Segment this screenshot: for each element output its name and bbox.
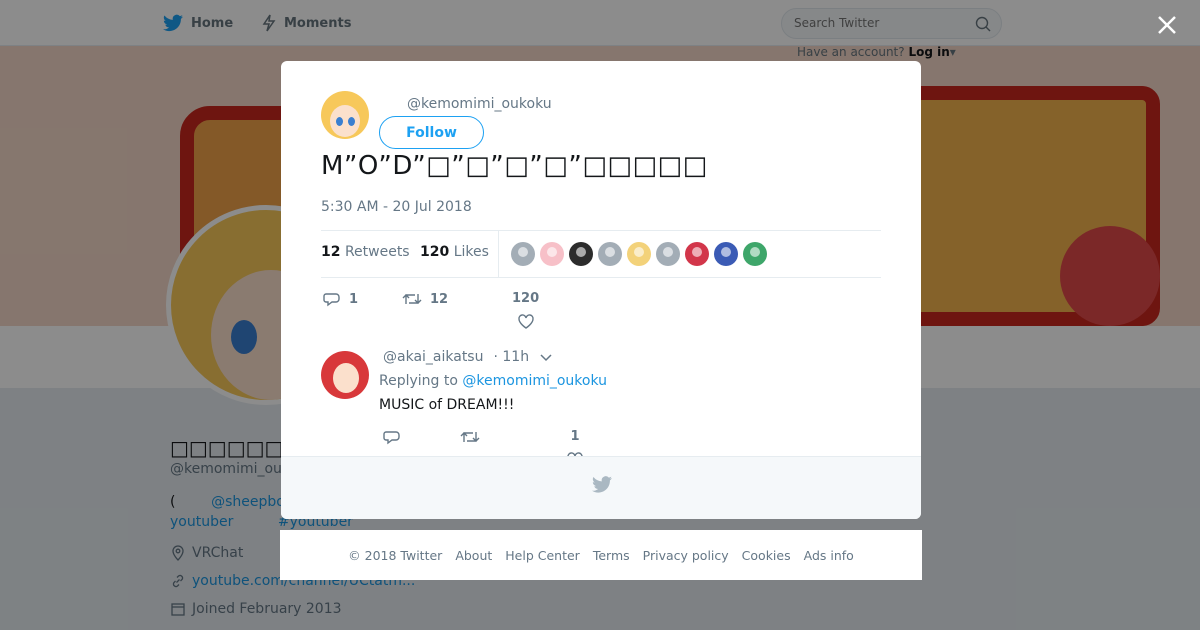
avatar-eye-left: [336, 117, 343, 126]
liker-avatar[interactable]: [743, 242, 767, 266]
replying-to-prefix: Replying to: [379, 373, 458, 389]
tweet-author-handle[interactable]: @kemomimi_oukoku: [407, 96, 552, 112]
footer-link-cookies[interactable]: Cookies: [742, 548, 791, 563]
retweets-count: 12: [321, 244, 341, 260]
liker-face: [721, 247, 731, 257]
avatar-face: [330, 105, 360, 137]
retweet-icon: [402, 294, 422, 304]
likes-label: Likes: [453, 244, 489, 260]
liker-face: [518, 247, 528, 257]
modal-footer: [281, 456, 921, 519]
avatar-face: [333, 363, 359, 393]
liker-face: [663, 247, 673, 257]
liker-avatar[interactable]: [656, 242, 680, 266]
reply-retweet-action[interactable]: [460, 429, 480, 445]
retweet-count: 12: [430, 291, 449, 307]
liker-avatar[interactable]: [627, 242, 651, 266]
retweet-action[interactable]: 12: [402, 291, 448, 307]
liker-face: [750, 247, 760, 257]
like-action[interactable]: 120: [512, 291, 539, 329]
stats-divider: [498, 231, 499, 277]
page-footer: © 2018 Twitter About Help Center Terms P…: [280, 530, 922, 580]
twitter-bird-icon: [592, 476, 612, 493]
liker-avatar[interactable]: [569, 242, 593, 266]
reply-author-handle[interactable]: @akai_aikatsu: [383, 349, 483, 365]
avatar-eye-right: [348, 117, 355, 126]
reply-action[interactable]: 1: [323, 291, 358, 307]
reply-author-avatar[interactable]: [321, 351, 369, 399]
like-count: 120: [512, 291, 540, 306]
tweet-author-avatar[interactable]: [321, 91, 369, 139]
likes-count: 120: [420, 244, 450, 260]
footer-link-privacy[interactable]: Privacy policy: [643, 548, 729, 563]
close-icon[interactable]: [1152, 10, 1182, 40]
footer-copyright: © 2018 Twitter: [348, 547, 443, 563]
reply-reply-action[interactable]: [383, 429, 401, 445]
liker-face: [692, 247, 702, 257]
liker-avatar[interactable]: [598, 242, 622, 266]
reply-count: 1: [349, 291, 359, 307]
reply-text: MUSIC of DREAM!!!: [379, 397, 515, 413]
reply-like-count: 1: [570, 429, 580, 444]
reply-time[interactable]: · 11h: [493, 349, 529, 365]
liker-avatar[interactable]: [714, 242, 738, 266]
liker-avatar[interactable]: [540, 242, 564, 266]
liker-face: [547, 247, 557, 257]
tweet-stats: 12 Retweets 120 Likes: [321, 230, 881, 278]
retweets-stat[interactable]: 12 Retweets: [321, 244, 410, 260]
liker-face: [576, 247, 586, 257]
liker-avatar[interactable]: [511, 242, 535, 266]
reply-icon: [323, 293, 340, 307]
tweet-text: M”O”D”□”□”□”□”□□□□□: [321, 151, 708, 181]
replying-to-link[interactable]: @kemomimi_oukoku: [462, 373, 607, 389]
likes-stat[interactable]: 120 Likes: [420, 244, 489, 260]
chevron-down-icon[interactable]: [539, 352, 553, 362]
retweets-label: Retweets: [344, 244, 410, 260]
reply-header: @akai_aikatsu · 11h: [383, 349, 553, 365]
footer-link-about[interactable]: About: [455, 548, 492, 563]
heart-icon: [517, 314, 534, 329]
footer-link-help-center[interactable]: Help Center: [505, 548, 580, 563]
retweet-icon: [460, 432, 480, 442]
footer-link-terms[interactable]: Terms: [593, 548, 630, 563]
tweet-modal: @kemomimi_oukoku Follow M”O”D”□”□”□”□”□□…: [281, 61, 921, 519]
reply-icon: [383, 431, 400, 445]
liker-face: [634, 247, 644, 257]
liker-avatar[interactable]: [685, 242, 709, 266]
footer-link-ads-info[interactable]: Ads info: [804, 548, 854, 563]
liker-face: [605, 247, 615, 257]
tweet-timestamp[interactable]: 5:30 AM - 20 Jul 2018: [321, 199, 472, 215]
follow-button[interactable]: Follow: [379, 116, 484, 149]
replying-to: Replying to @kemomimi_oukoku: [379, 373, 607, 389]
